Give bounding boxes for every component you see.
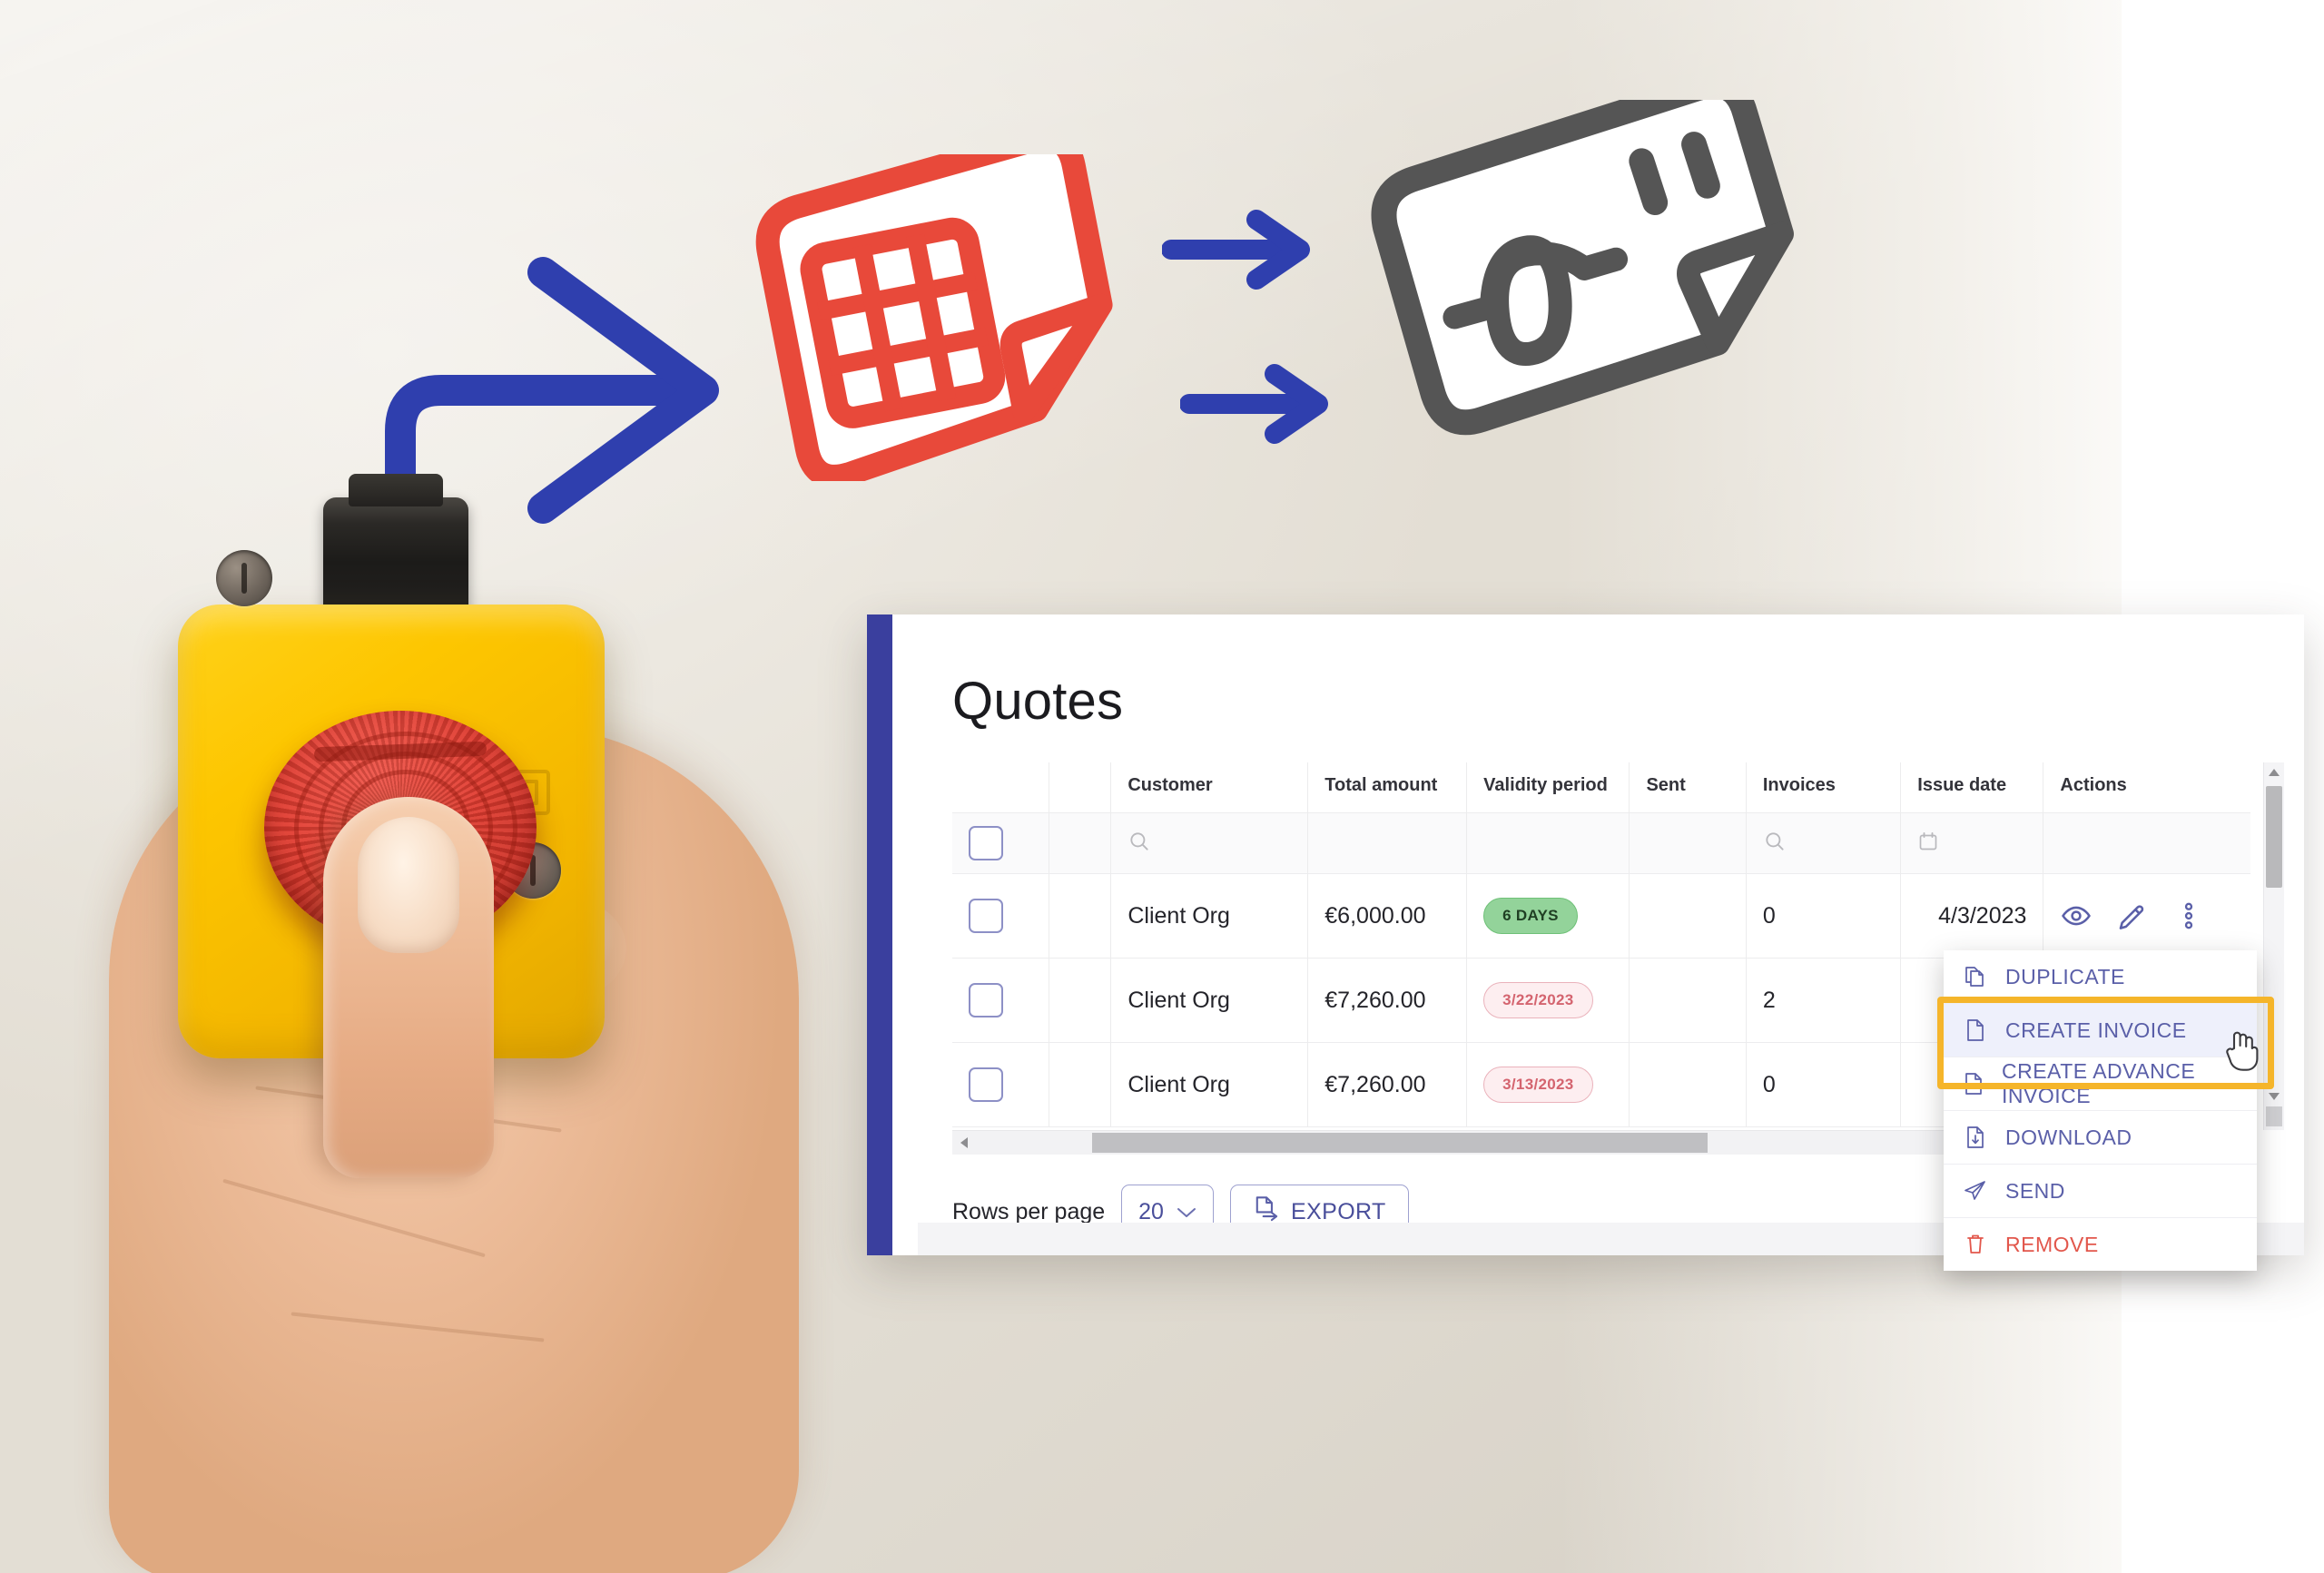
cell-validity: 6 DAYS — [1466, 873, 1630, 959]
filter-sent[interactable] — [1629, 812, 1747, 874]
horizontal-scroll-thumb[interactable] — [1092, 1133, 1708, 1153]
col-invoices[interactable]: Invoices — [1746, 762, 1902, 813]
select-all-checkbox[interactable] — [969, 826, 1003, 860]
col-total-amount[interactable]: Total amount — [1307, 762, 1468, 813]
row-checkbox[interactable] — [969, 1067, 1003, 1102]
scroll-up-icon[interactable] — [2264, 762, 2284, 782]
rows-per-page-label: Rows per page — [952, 1198, 1106, 1224]
file-icon — [1964, 1071, 1984, 1096]
cell-validity: 3/22/2023 — [1466, 958, 1630, 1043]
filter-total-amount[interactable] — [1307, 812, 1468, 874]
col-validity[interactable]: Validity period — [1466, 762, 1630, 813]
menu-item-label: DUPLICATE — [2005, 964, 2125, 988]
menu-item-create-advance-invoice[interactable]: CREATE ADVANCE INVOICE — [1944, 1057, 2257, 1111]
cell-sent — [1629, 958, 1747, 1043]
menu-item-download[interactable]: DOWNLOAD — [1944, 1111, 2257, 1165]
cell-customer: Client Org — [1110, 873, 1309, 959]
filter-customer[interactable] — [1110, 812, 1309, 874]
cell-sent — [1629, 873, 1747, 959]
col-sent[interactable]: Sent — [1629, 762, 1747, 813]
filter-issue-date[interactable] — [1900, 812, 2044, 874]
row-checkbox[interactable] — [969, 983, 1003, 1018]
row-actions-context-menu: DUPLICATE CREATE INVOICE CREATE ADVANCE … — [1944, 950, 2257, 1271]
export-label: EXPORT — [1290, 1198, 1386, 1224]
cell-customer: Client Org — [1110, 958, 1309, 1043]
col-actions: Actions — [2043, 762, 2250, 813]
cell-total-amount: €7,260.00 — [1307, 958, 1468, 1043]
vertical-scroll-track-end[interactable] — [2266, 1106, 2282, 1126]
screw-top-left — [216, 550, 272, 606]
cell-invoices: 0 — [1746, 1042, 1902, 1127]
duplicate-icon — [1964, 964, 1987, 989]
filter-validity[interactable] — [1466, 812, 1630, 874]
cell-customer: Client Org — [1110, 1042, 1309, 1127]
validity-badge: 3/13/2023 — [1483, 1067, 1593, 1103]
row-blank — [1049, 873, 1112, 959]
chevron-down-icon — [1177, 1199, 1196, 1225]
scroll-down-icon[interactable] — [2264, 1086, 2284, 1106]
menu-item-label: DOWNLOAD — [2005, 1125, 2132, 1149]
cell-issue-date: 4/3/2023 — [1900, 873, 2044, 959]
filter-invoices[interactable] — [1746, 812, 1902, 874]
cell-invoices: 0 — [1746, 873, 1902, 959]
cell-invoices: 2 — [1746, 958, 1902, 1043]
row-select-cell[interactable] — [952, 873, 1049, 959]
calendar-icon — [1919, 831, 1937, 850]
scroll-left-icon[interactable] — [952, 1131, 976, 1155]
fingernail — [358, 817, 459, 953]
invoice-document-icon — [1362, 72, 1807, 445]
more-vertical-icon[interactable] — [2172, 900, 2205, 932]
row-blank — [1049, 958, 1112, 1043]
row-blank — [1049, 1042, 1112, 1127]
quote-document-icon — [744, 126, 1135, 488]
table-row[interactable]: Client Org €6,000.00 6 DAYS 0 4/3/2023 — [952, 873, 2250, 959]
menu-item-remove[interactable]: REMOVE — [1944, 1218, 2257, 1271]
col-select — [952, 762, 1049, 813]
filter-actions — [2043, 812, 2250, 874]
search-icon — [1130, 831, 1148, 850]
menu-item-label: SEND — [2005, 1178, 2065, 1203]
mouse-cursor-pointer — [2222, 1027, 2260, 1072]
select-all-cell[interactable] — [952, 812, 1049, 874]
row-checkbox[interactable] — [969, 899, 1003, 933]
eye-icon[interactable] — [2060, 900, 2093, 932]
cell-sent — [1629, 1042, 1747, 1127]
file-icon — [1964, 1018, 1987, 1043]
cable-gland — [312, 474, 479, 635]
file-download-icon — [1964, 1125, 1987, 1150]
pencil-icon[interactable] — [2116, 900, 2149, 932]
col-issue-date[interactable]: Issue date — [1900, 762, 2044, 813]
filter-blank — [1049, 812, 1112, 874]
emergency-stop-button — [178, 474, 632, 1178]
row-select-cell[interactable] — [952, 1042, 1049, 1127]
cell-total-amount: €6,000.00 — [1307, 873, 1468, 959]
table-filter-row — [952, 812, 2250, 874]
validity-badge: 6 DAYS — [1483, 898, 1578, 934]
send-paper-plane-icon — [1964, 1178, 1987, 1204]
menu-item-label: REMOVE — [2005, 1232, 2099, 1256]
validity-badge: 3/22/2023 — [1483, 982, 1593, 1018]
table-header-row: Customer Total amount Validity period Se… — [952, 762, 2250, 813]
arrow-right-icon — [1161, 209, 1316, 290]
menu-item-label: CREATE INVOICE — [2005, 1018, 2187, 1042]
cell-total-amount: €7,260.00 — [1307, 1042, 1468, 1127]
trash-icon — [1964, 1232, 1987, 1257]
page-title: Quotes — [952, 672, 1124, 731]
col-customer[interactable]: Customer — [1110, 762, 1309, 813]
col-blank — [1049, 762, 1112, 813]
cell-validity: 3/13/2023 — [1466, 1042, 1630, 1127]
menu-item-label: CREATE ADVANCE INVOICE — [2002, 1059, 2196, 1107]
row-select-cell[interactable] — [952, 958, 1049, 1043]
cell-actions — [2043, 873, 2250, 959]
vertical-scroll-thumb[interactable] — [2266, 786, 2282, 888]
menu-item-send[interactable]: SEND — [1944, 1165, 2257, 1218]
search-icon — [1766, 831, 1784, 850]
card-accent-bar — [867, 614, 892, 1255]
rows-per-page-value: 20 — [1138, 1198, 1164, 1224]
menu-item-create-invoice[interactable]: CREATE INVOICE — [1944, 1004, 2257, 1057]
arrow-right-icon — [1179, 363, 1334, 445]
menu-item-duplicate[interactable]: DUPLICATE — [1944, 950, 2257, 1004]
table-vertical-scrollbar[interactable] — [2263, 762, 2284, 1130]
